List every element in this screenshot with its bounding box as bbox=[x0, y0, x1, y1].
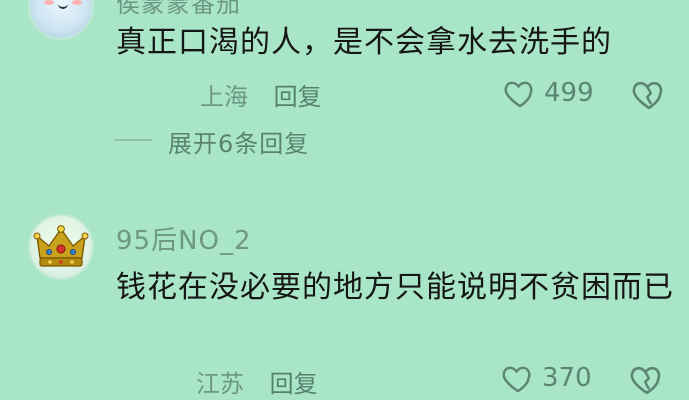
like-count: 499 bbox=[544, 78, 594, 108]
dislike-button[interactable] bbox=[628, 362, 666, 400]
comment-text: 钱花在没必要的地方只能说明不贫困而已 bbox=[116, 270, 674, 305]
like-button[interactable]: 499 bbox=[502, 77, 594, 109]
comment-location: 上海 bbox=[200, 83, 248, 111]
comment-meta: 上海 回复 bbox=[200, 77, 322, 112]
reply-button[interactable]: 回复 bbox=[274, 83, 322, 111]
comment-text: 真正口渴的人，是不会拿水去洗手的 bbox=[116, 25, 612, 60]
broken-heart-outline-icon bbox=[632, 81, 663, 110]
avatar-blush bbox=[44, 0, 54, 5]
dislike-button[interactable] bbox=[630, 77, 668, 115]
divider bbox=[114, 139, 152, 141]
avatar[interactable] bbox=[28, 0, 94, 40]
avatar-mouth bbox=[58, 2, 68, 9]
expand-replies-button[interactable]: 展开6条回复 bbox=[168, 124, 309, 159]
crown-icon bbox=[33, 225, 89, 267]
avatar[interactable] bbox=[28, 214, 94, 280]
heart-outline-icon bbox=[504, 81, 533, 108]
heart-outline-icon bbox=[502, 366, 531, 393]
comment-meta: 江苏 回复 bbox=[196, 364, 318, 399]
like-count: 370 bbox=[542, 363, 592, 393]
reply-button[interactable]: 回复 bbox=[270, 370, 318, 398]
broken-heart-outline-icon bbox=[630, 366, 661, 395]
avatar-blush bbox=[72, 0, 82, 5]
like-button[interactable]: 370 bbox=[500, 362, 592, 394]
comment-author[interactable]: 95后NO_2 bbox=[116, 220, 252, 257]
comment-location: 江苏 bbox=[196, 370, 244, 398]
comment-author[interactable]: 侯蒙蒙番茄 bbox=[116, 0, 241, 19]
